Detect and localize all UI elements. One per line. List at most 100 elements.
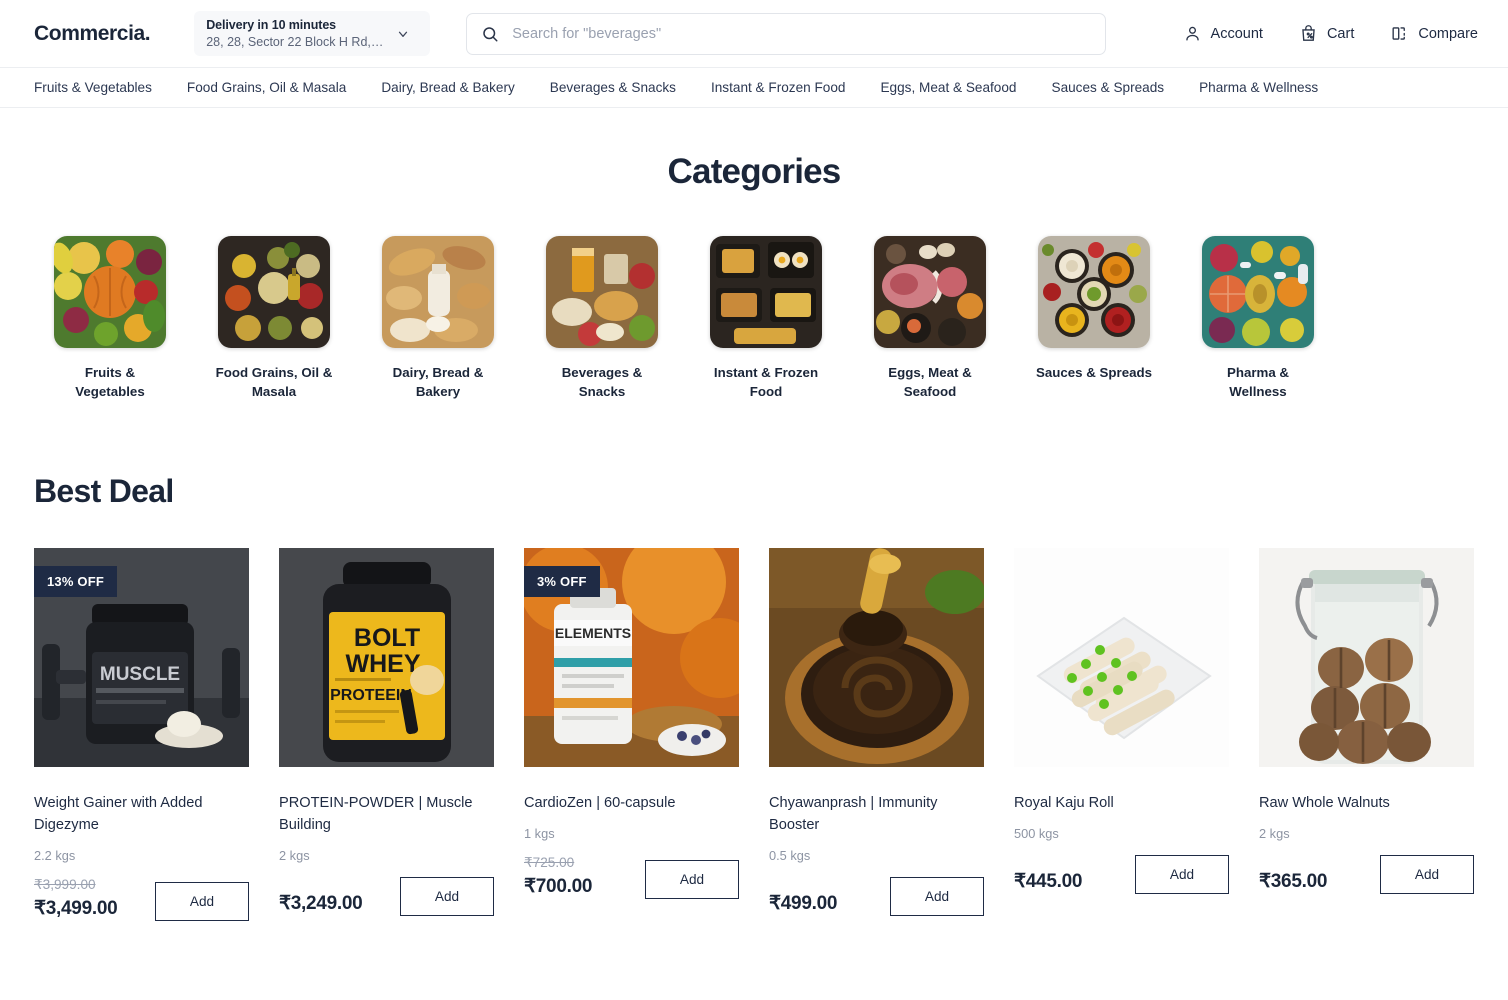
product-price: ₹3,499.00 bbox=[34, 897, 118, 919]
product-original-price: ₹725.00 bbox=[524, 855, 575, 871]
product-price: ₹3,249.00 bbox=[279, 893, 363, 915]
svg-text:WHEY: WHEY bbox=[346, 650, 421, 678]
delivery-address: 28, 28, Sector 22 Block H Rd, H Bloc... bbox=[206, 34, 386, 49]
product-card[interactable]: MUSCLE 13% OFF Weight Gainer with Added … bbox=[28, 548, 273, 921]
nav-item-beverages-snacks[interactable]: Beverages & Snacks bbox=[550, 80, 676, 95]
nav-item-instant-frozen-food[interactable]: Instant & Frozen Food bbox=[711, 80, 846, 95]
search-bar[interactable] bbox=[466, 12, 1107, 55]
chevron-down-icon[interactable] bbox=[396, 27, 410, 41]
categories-heading: Categories bbox=[667, 152, 842, 191]
category-card-instant-frozen-food[interactable]: Instant & Frozen Food bbox=[684, 236, 848, 401]
product-image-protein-powder[interactable]: BOLT WHEY PROTEEIN bbox=[279, 548, 494, 768]
category-card-fruits-vegetables[interactable]: Fruits & Vegetables bbox=[28, 236, 192, 401]
category-card-dairy-bread-bakery[interactable]: Dairy, Bread & Bakery bbox=[356, 236, 520, 401]
product-image-cardiozen[interactable]: ELEMENTS 3% OFF bbox=[524, 548, 739, 768]
nav-item-fruits-vegetables[interactable]: Fruits & Vegetables bbox=[34, 80, 152, 95]
add-to-cart-button[interactable]: Add bbox=[890, 877, 984, 916]
add-to-cart-button[interactable]: Add bbox=[1135, 855, 1229, 895]
add-to-cart-button[interactable]: Add bbox=[1380, 855, 1474, 895]
account-button[interactable]: Account bbox=[1183, 24, 1263, 43]
product-name: PROTEIN-POWDER | Muscle Building bbox=[279, 795, 473, 834]
account-label: Account bbox=[1210, 25, 1263, 42]
product-image-royal-kaju-roll[interactable] bbox=[1014, 548, 1229, 768]
category-thumbnail-food-grains-oil-masala bbox=[218, 236, 330, 348]
svg-text:ELEMENTS: ELEMENTS bbox=[555, 625, 631, 641]
product-price-row: ₹445.00 Add bbox=[1014, 855, 1229, 895]
category-thumbnail-eggs-meat-seafood bbox=[874, 236, 986, 348]
product-price: ₹445.00 bbox=[1014, 871, 1083, 893]
category-label: Food Grains, Oil & Masala bbox=[215, 365, 333, 399]
product-card[interactable]: Raw Whole Walnuts 2 kgs ₹365.00 Add bbox=[1253, 548, 1498, 921]
best-deal-heading: Best Deal bbox=[34, 473, 174, 510]
category-thumbnail-instant-frozen-food bbox=[710, 236, 822, 348]
product-card[interactable]: Royal Kaju Roll 500 kgs ₹445.00 Add bbox=[1008, 548, 1253, 921]
category-thumbnail-pharma-wellness bbox=[1202, 236, 1314, 348]
add-to-cart-button[interactable]: Add bbox=[645, 859, 739, 899]
search-icon bbox=[481, 25, 499, 43]
add-to-cart-button[interactable]: Add bbox=[400, 877, 494, 916]
category-label: Instant & Frozen Food bbox=[713, 365, 819, 399]
category-card-food-grains-oil-masala[interactable]: Food Grains, Oil & Masala bbox=[192, 236, 356, 401]
product-card[interactable]: ELEMENTS 3% OFF CardioZen | 60-capsule 1… bbox=[518, 548, 763, 921]
price-column: ₹499.00 bbox=[769, 889, 837, 916]
category-nav: Fruits & Vegetables Food Grains, Oil & M… bbox=[0, 67, 1508, 108]
product-quantity: 0.5 kgs bbox=[769, 848, 811, 863]
product-card[interactable]: BOLT WHEY PROTEEIN PROTEIN-POWDER | Musc… bbox=[273, 548, 518, 921]
category-card-pharma-wellness[interactable]: Pharma & Wellness bbox=[1176, 236, 1340, 401]
product-quantity: 2.2 kgs bbox=[34, 848, 76, 863]
product-price-row: ₹3,249.00 Add bbox=[279, 877, 494, 916]
category-label: Eggs, Meat & Seafood bbox=[888, 365, 972, 399]
category-label: Fruits & Vegetables bbox=[75, 365, 145, 399]
product-price-row: ₹499.00 Add bbox=[769, 877, 984, 916]
best-deal-grid: MUSCLE 13% OFF Weight Gainer with Added … bbox=[0, 548, 1508, 921]
product-image-raw-whole-walnuts[interactable] bbox=[1259, 548, 1474, 768]
product-image-weight-gainer[interactable]: MUSCLE 13% OFF bbox=[34, 548, 249, 768]
price-column: ₹445.00 bbox=[1014, 867, 1082, 894]
categories-section: Categories Fruits & Vegetables Food Grai… bbox=[0, 108, 1508, 401]
compare-button[interactable]: Compare bbox=[1390, 24, 1478, 43]
category-label: Sauces & Spreads bbox=[1035, 365, 1153, 380]
category-card-sauces-spreads[interactable]: Sauces & Spreads bbox=[1012, 236, 1176, 401]
nav-item-food-grains-oil-masala[interactable]: Food Grains, Oil & Masala bbox=[187, 80, 346, 95]
product-quantity: 2 kgs bbox=[279, 848, 310, 863]
nav-item-pharma-wellness[interactable]: Pharma & Wellness bbox=[1199, 80, 1318, 95]
product-name: Weight Gainer with Added Digezyme bbox=[34, 795, 203, 834]
product-name: Royal Kaju Roll bbox=[1014, 795, 1114, 812]
category-thumbnail-beverages-snacks bbox=[546, 236, 658, 348]
search-input[interactable] bbox=[510, 24, 1092, 43]
category-label: Dairy, Bread & Bakery bbox=[392, 365, 484, 399]
category-thumbnail-fruits-vegetables bbox=[54, 236, 166, 348]
product-name: Chyawanprash | Immunity Booster bbox=[769, 795, 938, 834]
cart-button[interactable]: Cart bbox=[1299, 24, 1354, 43]
category-card-beverages-snacks[interactable]: Beverages & Snacks bbox=[520, 236, 684, 401]
nav-item-eggs-meat-seafood[interactable]: Eggs, Meat & Seafood bbox=[880, 80, 1016, 95]
category-card-eggs-meat-seafood[interactable]: Eggs, Meat & Seafood bbox=[848, 236, 1012, 401]
compare-icon bbox=[1390, 24, 1409, 43]
category-label: Beverages & Snacks bbox=[561, 365, 643, 399]
compare-label: Compare bbox=[1418, 25, 1478, 42]
product-card[interactable]: Chyawanprash | Immunity Booster 0.5 kgs … bbox=[763, 548, 1008, 921]
nav-item-sauces-spreads[interactable]: Sauces & Spreads bbox=[1052, 80, 1165, 95]
nav-item-dairy-bread-bakery[interactable]: Dairy, Bread & Bakery bbox=[381, 80, 514, 95]
product-price-row: ₹725.00 ₹700.00 Add bbox=[524, 855, 739, 899]
discount-badge: 3% OFF bbox=[524, 566, 600, 598]
category-thumbnail-dairy-bread-bakery bbox=[382, 236, 494, 348]
svg-text:BOLT: BOLT bbox=[354, 624, 420, 652]
svg-text:MUSCLE: MUSCLE bbox=[100, 664, 180, 685]
product-quantity: 500 kgs bbox=[1014, 826, 1059, 842]
product-quantity: 1 kgs bbox=[524, 826, 555, 842]
site-header: Commercia. Delivery in 10 minutes 28, 28… bbox=[0, 0, 1508, 67]
product-price: ₹365.00 bbox=[1259, 871, 1328, 893]
product-price: ₹499.00 bbox=[769, 893, 838, 915]
product-image-chyawanprash[interactable] bbox=[769, 548, 984, 768]
shopping-bag-icon bbox=[1299, 24, 1318, 43]
add-to-cart-button[interactable]: Add bbox=[155, 881, 249, 921]
delivery-text: Delivery in 10 minutes 28, 28, Sector 22… bbox=[206, 17, 386, 51]
price-column: ₹3,249.00 bbox=[279, 889, 363, 916]
delivery-location-selector[interactable]: Delivery in 10 minutes 28, 28, Sector 22… bbox=[194, 10, 431, 57]
categories-grid: Fruits & Vegetables Food Grains, Oil & M… bbox=[0, 236, 1508, 401]
brand-logo[interactable]: Commercia. bbox=[34, 22, 151, 46]
cart-label: Cart bbox=[1326, 25, 1355, 42]
price-column: ₹3,999.00 ₹3,499.00 bbox=[34, 877, 118, 921]
product-quantity: 2 kgs bbox=[1259, 826, 1290, 842]
